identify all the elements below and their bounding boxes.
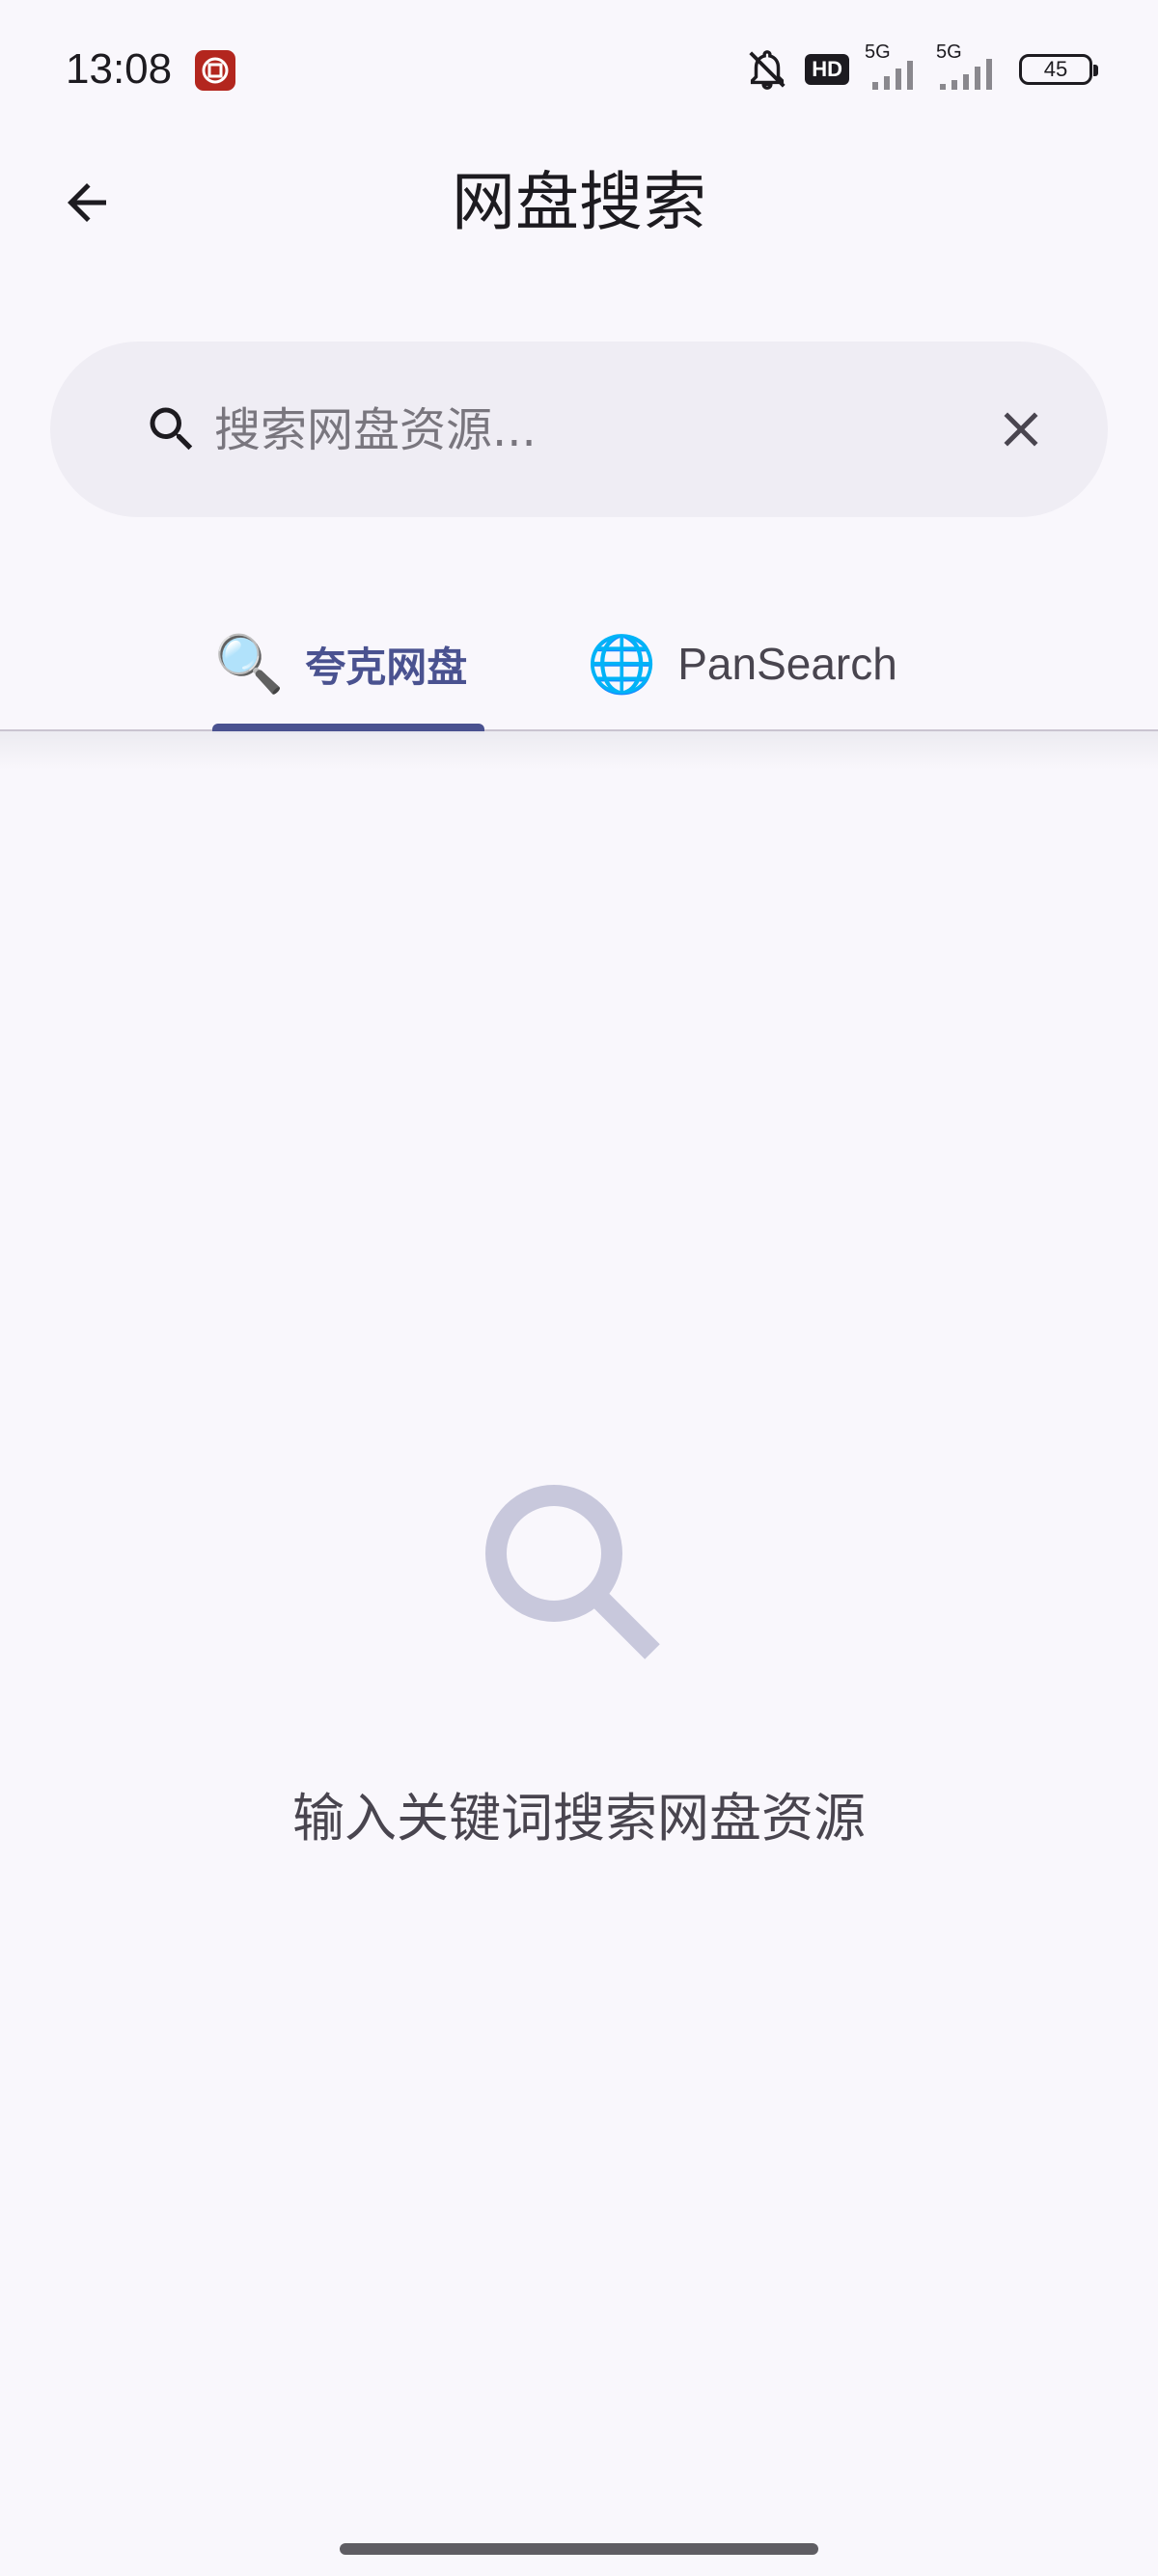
- globe-emoji-icon: 🌐: [587, 631, 657, 697]
- search-icon: [485, 1485, 660, 1659]
- hd-label: HD: [812, 57, 842, 81]
- signal-2: 5G: [936, 41, 1004, 92]
- search-bar[interactable]: [50, 342, 1108, 517]
- network-type-1: 5G: [865, 41, 891, 63]
- clear-search-button[interactable]: [982, 391, 1060, 468]
- top-app-bar: 网盘搜索: [0, 154, 1158, 251]
- search-input[interactable]: [212, 381, 988, 480]
- tab-label: 夸克网盘: [305, 643, 468, 691]
- empty-state: 输入关键词搜索网盘资源: [0, 1466, 1158, 1872]
- home-indicator[interactable]: [340, 2543, 818, 2555]
- signal-1: 5G: [865, 41, 921, 92]
- status-time: 13:08: [66, 45, 173, 93]
- page-title: 网盘搜索: [452, 165, 706, 239]
- empty-state-message: 输入关键词搜索网盘资源: [292, 1788, 866, 1849]
- tab-pansearch[interactable]: 🌐 PanSearch: [587, 617, 897, 710]
- battery-icon: 45: [1019, 54, 1098, 85]
- search-icon: [150, 407, 193, 451]
- tab-label: PanSearch: [677, 639, 897, 689]
- magnifier-emoji-icon: 🔍: [214, 631, 285, 697]
- status-bar: 13:08 HD 5G 5G 45: [0, 0, 1158, 135]
- hd-badge: HD: [805, 54, 849, 85]
- bell-off-icon: [749, 50, 786, 90]
- tab-quark-pan[interactable]: 🔍 夸克网盘: [214, 617, 467, 710]
- source-tabs: 🔍 夸克网盘 🌐 PanSearch: [0, 589, 1158, 733]
- status-indicators: HD 5G 5G 45: [745, 41, 1098, 95]
- tabs-shadow: [0, 731, 1158, 770]
- bank-app-notification-icon: [195, 50, 235, 91]
- close-icon: [1004, 412, 1038, 447]
- battery-level: 45: [1043, 57, 1068, 81]
- network-type-2: 5G: [936, 41, 962, 63]
